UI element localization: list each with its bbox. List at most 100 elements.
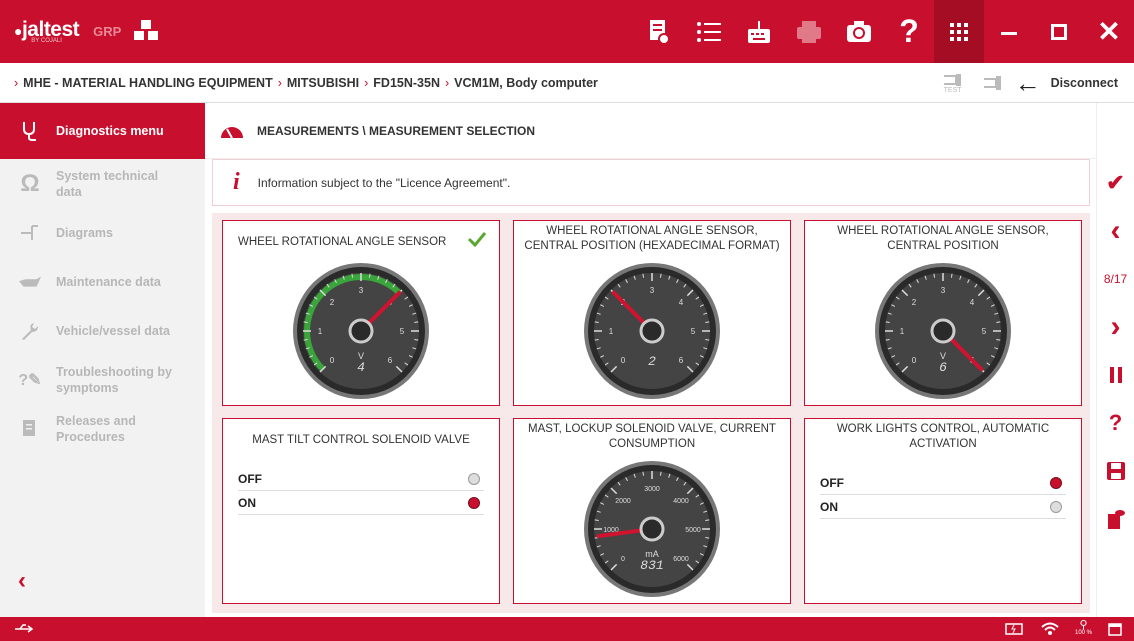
measurement-card-work-lights[interactable]: WORK LIGHTS CONTROL, AUTOMATIC ACTIVATIO… <box>804 418 1082 604</box>
gauge-tick-label: 6000 <box>673 556 689 563</box>
toggle-label: OFF <box>238 471 262 486</box>
maximize-icon[interactable] <box>1034 0 1084 63</box>
gauge-tick-label: 1 <box>318 327 323 336</box>
gauge-hub <box>639 318 665 344</box>
status-bar: ⚲ 100 % <box>0 617 1134 641</box>
measurement-card-wheel-angle[interactable]: WHEEL ROTATIONAL ANGLE SENSOR 0123456V4 <box>222 220 500 406</box>
pause-icon[interactable] <box>1097 351 1134 399</box>
gauge-tick <box>594 338 599 341</box>
wifi-icon <box>1041 622 1059 635</box>
gauge-value: 4 <box>357 360 365 375</box>
sidebar-item-label: Diagrams <box>56 225 113 240</box>
previous-page-icon[interactable]: ‹ <box>1097 207 1134 255</box>
gauge-tick <box>368 273 371 278</box>
gauge: 01234562 <box>584 263 720 399</box>
gauge-tick-label: 2 <box>912 298 917 307</box>
gauge-tick <box>933 273 936 278</box>
gauge: 0123456V6 <box>875 263 1011 399</box>
help-question-icon[interactable]: ? <box>1097 399 1134 447</box>
breadcrumb-item[interactable]: FD15N-35N <box>373 76 440 90</box>
card-title: WHEEL ROTATIONAL ANGLE SENSOR, CENTRAL P… <box>524 225 780 252</box>
measurement-card-center-hex[interactable]: WHEEL ROTATIONAL ANGLE SENSOR, CENTRAL P… <box>513 220 791 406</box>
sidebar-item-troubleshooting[interactable]: ?✎ Troubleshooting by symptoms <box>0 355 205 404</box>
save-icon[interactable] <box>1097 447 1134 495</box>
sidebar-item-diagnostics-menu[interactable]: Diagnostics menu <box>0 103 205 159</box>
keyboard-icon[interactable] <box>734 0 784 63</box>
measurement-grid: WHEEL ROTATIONAL ANGLE SENSOR 0123456V4 … <box>212 213 1090 613</box>
gauge-tick-label: 0 <box>330 356 335 365</box>
close-icon[interactable]: ✕ <box>1084 0 1134 63</box>
grid-menu-icon[interactable] <box>934 0 984 63</box>
usb-icon <box>15 624 34 633</box>
radio-indicator <box>1050 476 1062 489</box>
zoom-indicator[interactable]: ⚲ 100 % <box>1075 620 1092 637</box>
page-title: MEASUREMENTS \ MEASUREMENT SELECTION <box>257 123 536 138</box>
toggle-row-on[interactable]: ON <box>820 495 1066 519</box>
printer-icon[interactable] <box>784 0 834 63</box>
measurement-card-mast-lockup[interactable]: MAST, LOCKUP SOLENOID VALVE, CURRENT CON… <box>513 418 791 604</box>
omega-icon: Ω <box>20 169 40 197</box>
gauge-tick-label: 1 <box>900 327 905 336</box>
card-title: MAST, LOCKUP SOLENOID VALVE, CURRENT CON… <box>528 423 776 450</box>
gauge-tick-label: 1 <box>609 327 614 336</box>
gauge-tick-label: 5 <box>691 327 696 336</box>
help-icon[interactable]: ? <box>884 0 934 63</box>
gauge-tick-label: 4000 <box>673 498 689 505</box>
breadcrumb-item[interactable]: MITSUBISHI <box>287 76 359 90</box>
breadcrumb-item[interactable]: MHE - MATERIAL HANDLING EQUIPMENT <box>23 76 273 90</box>
confirm-check-icon[interactable]: ✔ <box>1097 159 1134 207</box>
sidebar-item-label: Releases and Procedures <box>56 413 136 444</box>
sidebar-item-diagrams[interactable]: Diagrams <box>0 208 205 257</box>
camera-icon[interactable] <box>834 0 884 63</box>
sidebar-item-vehicle-vessel-data[interactable]: Vehicle/vessel data <box>0 306 205 355</box>
gauge-tick-label: 5 <box>982 327 987 336</box>
disconnect-button[interactable]: Disconnect <box>1051 76 1118 90</box>
info-icon: i <box>233 169 240 195</box>
toggle-label: ON <box>820 499 838 514</box>
back-chevron-icon[interactable]: ‹ <box>18 567 26 595</box>
breadcrumb-item[interactable]: VCM1M, Body computer <box>454 76 598 90</box>
report-icon[interactable] <box>634 0 684 63</box>
sidebar-item-maintenance-data[interactable]: Maintenance data <box>0 257 205 306</box>
gauge-tick <box>303 321 308 324</box>
gauge-tick <box>659 471 662 476</box>
card-title: MAST TILT CONTROL SOLENOID VALVE <box>252 434 470 446</box>
info-banner: i Information subject to the "Licence Ag… <box>212 159 1090 206</box>
gauge-hub <box>348 318 374 344</box>
sidebar: Diagnostics menu Ω System technical data… <box>0 103 205 617</box>
gauge-tick <box>594 321 599 324</box>
test-connector-icon[interactable]: TEST <box>933 72 973 94</box>
next-page-icon[interactable]: › <box>1097 303 1134 351</box>
gauge: 0100020003000400050006000mA831 <box>584 461 720 597</box>
right-toolbar: ✔ ‹ 8/17 › ? <box>1096 103 1134 617</box>
minimize-icon[interactable] <box>984 0 1034 63</box>
sidebar-item-label: System technical data <box>56 168 159 199</box>
list-icon[interactable] <box>684 0 734 63</box>
toggle-row-off[interactable]: OFF <box>238 467 484 491</box>
cubes-icon <box>134 19 159 40</box>
gauge-tick-label: 6 <box>679 356 684 365</box>
wrench-icon <box>18 321 42 341</box>
connector-icon[interactable] <box>973 74 1013 92</box>
toggle-row-on[interactable]: ON <box>238 491 484 515</box>
sidebar-item-label: Maintenance data <box>56 274 161 289</box>
gauge-hub <box>930 318 956 344</box>
sidebar-item-system-technical-data[interactable]: Ω System technical data <box>0 159 205 208</box>
gauge-tick <box>885 338 890 341</box>
document-icon <box>18 419 42 439</box>
check-icon <box>467 232 487 247</box>
measurement-card-mast-tilt[interactable]: MAST TILT CONTROL SOLENOID VALVE OFF ON <box>222 418 500 604</box>
pagination: 8/17 <box>1103 272 1128 286</box>
database-icon[interactable] <box>1097 495 1134 543</box>
measurement-card-center-position[interactable]: WHEEL ROTATIONAL ANGLE SENSOR, CENTRAL P… <box>804 220 1082 406</box>
breadcrumb-bar: › MHE - MATERIAL HANDLING EQUIPMENT › MITS… <box>0 63 1134 103</box>
gauge-tick-label: 4 <box>679 298 684 307</box>
gauge-tick <box>303 338 308 341</box>
gauge-tick-label: 2 <box>330 298 335 307</box>
back-arrow-icon[interactable]: ← <box>1013 68 1043 99</box>
radio-indicator <box>468 496 480 509</box>
radio-indicator <box>1050 500 1062 513</box>
gauge-tick <box>594 519 599 522</box>
sidebar-item-releases-procedures[interactable]: Releases and Procedures <box>0 404 205 453</box>
toggle-row-off[interactable]: OFF <box>820 471 1066 495</box>
